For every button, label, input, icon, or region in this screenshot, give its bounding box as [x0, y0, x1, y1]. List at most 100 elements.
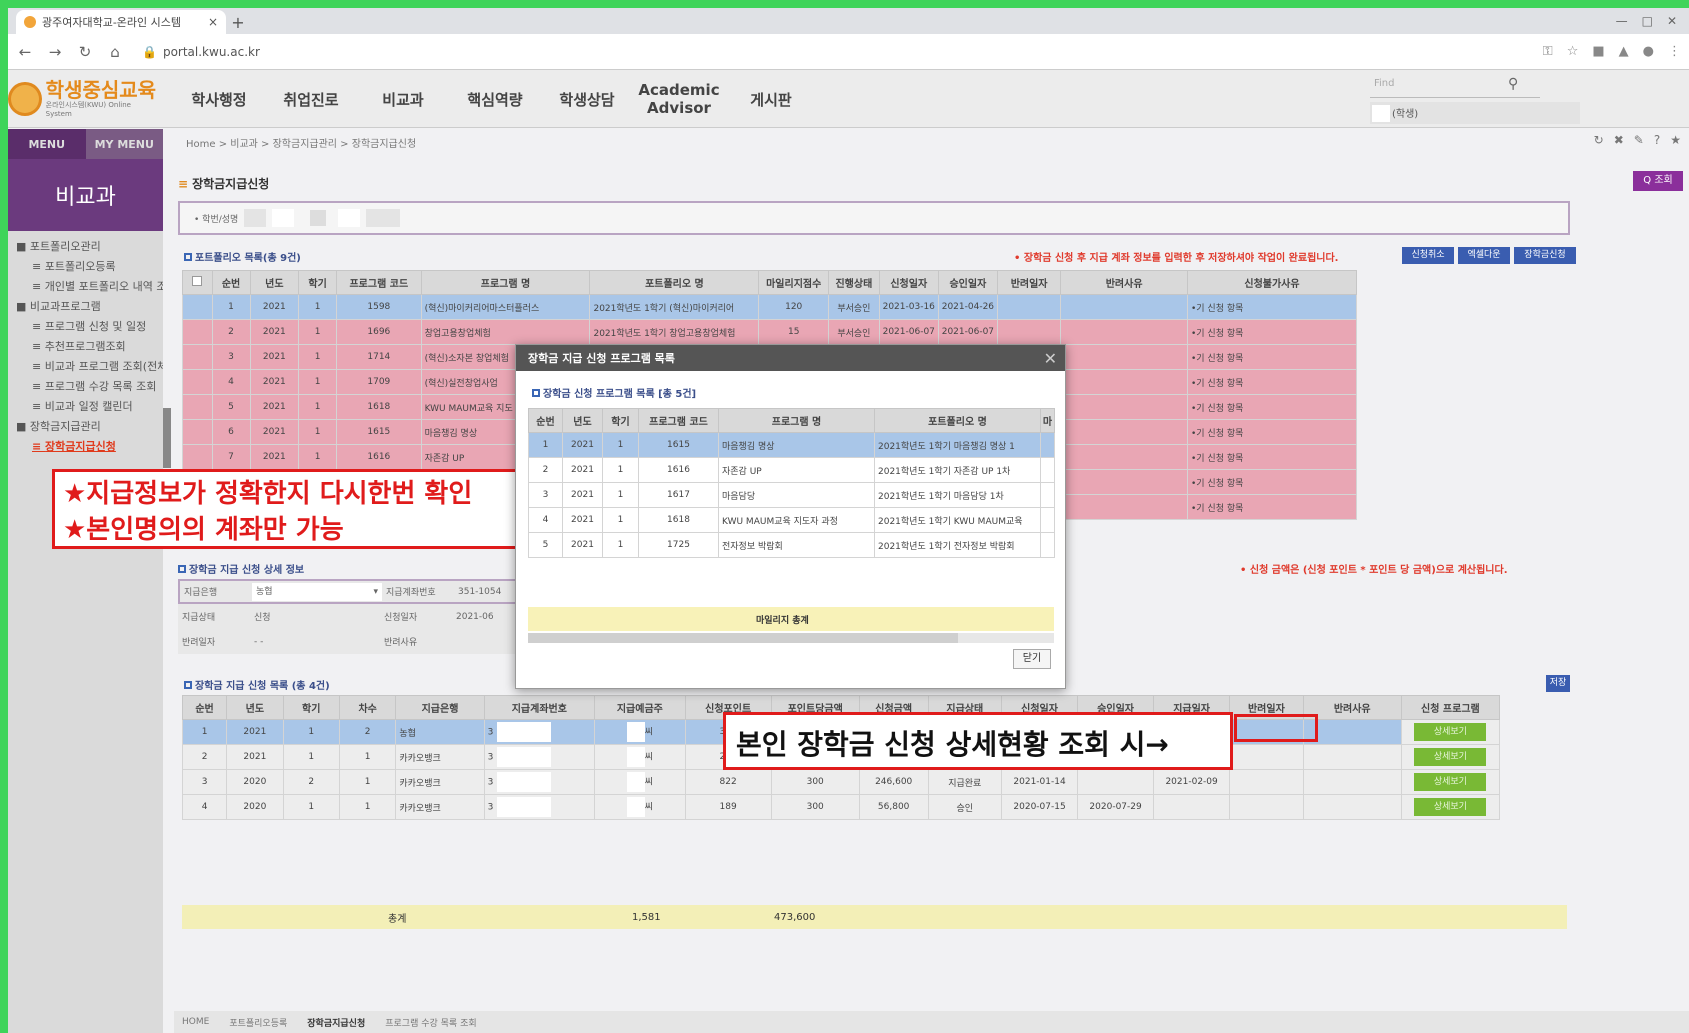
table-row[interactable]: 3 2020 2 1 카카오뱅크 3 씨 822 300 246,600 지급완료 2021-01-1…: [181, 769, 1501, 795]
col-term: 학기: [298, 270, 338, 295]
refresh-icon[interactable]: ↻: [1594, 133, 1604, 147]
close-page-icon[interactable]: ✖: [1614, 133, 1624, 147]
sidebar-group-program[interactable]: ■ 비교과프로그램: [8, 297, 163, 317]
holder-mask: [626, 772, 645, 792]
reject-reason-label: 반려사유: [384, 638, 418, 648]
table-row[interactable]: 2 2021 1 1616 자존감 UP 2021학년도 1학기 자존감 UP 1차: [528, 457, 1055, 483]
status-value[interactable]: 신청: [250, 610, 380, 623]
window-close-icon[interactable]: ✕: [1667, 14, 1677, 28]
back-icon[interactable]: ←: [16, 43, 34, 61]
bottom-tab-scholarship[interactable]: 장학금지급신청: [307, 1016, 365, 1029]
modal-total-label: 마일리지 총계: [756, 615, 809, 626]
puzzle-icon[interactable]: ▲: [1619, 44, 1629, 59]
col-no: 순번: [181, 695, 228, 720]
extension-icon[interactable]: ■: [1592, 44, 1604, 59]
reject-date-value[interactable]: - -: [250, 637, 380, 647]
tab-my-menu[interactable]: MY MENU: [85, 129, 163, 159]
tab-title: 광주여자대학교-온라인 시스템: [42, 16, 182, 29]
tab-menu[interactable]: MENU: [8, 129, 86, 159]
star-icon[interactable]: ☆: [1567, 44, 1579, 59]
minimize-icon[interactable]: —: [1616, 14, 1628, 28]
save-button[interactable]: 저장: [1546, 675, 1570, 692]
student-name-input[interactable]: [366, 209, 401, 227]
browser-tab-bar: 광주여자대학교-온라인 시스템 × + — □ ✕: [8, 8, 1689, 34]
table-row[interactable]: 5 2021 1 1725 전자정보 박람회 2021학년도 1학기 전자정보 박람회: [528, 532, 1055, 558]
modal-close-button[interactable]: 닫기: [1013, 649, 1051, 669]
col-term: 학기: [282, 695, 340, 720]
profile-icon[interactable]: ●: [1643, 44, 1654, 59]
sidebar-item-course-list[interactable]: ≡ 프로그램 수강 목록 조회: [8, 377, 163, 397]
sidebar-item-calendar[interactable]: ≡ 비교과 일정 캘린더: [8, 397, 163, 417]
url-field[interactable]: 🔒 portal.kwu.ac.kr: [136, 39, 1531, 65]
detail-view-button[interactable]: 상세보기: [1414, 748, 1487, 766]
detail-view-button[interactable]: 상세보기: [1414, 798, 1487, 816]
edit-icon[interactable]: ✎: [1634, 133, 1644, 147]
search-filter: • 학번/성명: [178, 201, 1570, 235]
gnb-item-academic-advisor[interactable]: Academic Advisor: [633, 81, 725, 117]
sidebar-item-portfolio-history[interactable]: ≡ 개인별 포트폴리오 내역 조회: [8, 277, 163, 297]
table-row[interactable]: 3 2021 1 1617 마음담당 2021학년도 1학기 마음담당 1차: [528, 482, 1055, 508]
help-icon[interactable]: ?: [1654, 133, 1660, 147]
bottom-tab-course-list[interactable]: 프로그램 수강 목록 조회: [385, 1016, 476, 1029]
table-row[interactable]: 4 2020 1 1 카카오뱅크 3 씨 189 300 56,800 승인 2020-07-15 20…: [181, 794, 1501, 820]
portfolio-notice: • 장학금 신청 후 지급 계좌 정보를 입력한 후 저장하셔야 작업이 완료됩…: [1014, 253, 1339, 264]
apply-scholarship-button[interactable]: 장학금신청: [1514, 247, 1576, 264]
bottom-tab-home[interactable]: HOME: [182, 1017, 209, 1027]
col-term: 학기: [602, 408, 639, 433]
table-row[interactable]: 1 2021 1 1615 마음챙김 명상 2021학년도 1학기 마음챙김 명상 1: [528, 432, 1055, 458]
gnb-item-counseling[interactable]: 학생상담: [541, 89, 633, 110]
sidebar-item-portfolio-register[interactable]: ≡ 포트폴리오등록: [8, 257, 163, 277]
maximize-icon[interactable]: □: [1642, 14, 1653, 28]
new-tab-icon[interactable]: +: [226, 10, 250, 34]
filter-label: • 학번/성명: [194, 214, 239, 225]
annotation-callout-detail-view: 본인 장학금 신청 상세현황 조회 시→: [723, 712, 1233, 770]
reload-icon[interactable]: ↻: [76, 43, 94, 61]
account-mask: [497, 772, 552, 792]
cancel-apply-button[interactable]: 신청취소: [1402, 247, 1454, 264]
sidebar-item-recommended[interactable]: ≡ 추천프로그램조회: [8, 337, 163, 357]
forward-icon[interactable]: →: [46, 43, 64, 61]
gnb-item-board[interactable]: 게시판: [725, 89, 817, 110]
sidebar-group-scholarship[interactable]: ■ 장학금지급관리: [8, 417, 163, 437]
sidebar-item-program-all[interactable]: ≡ 비교과 프로그램 조회(전체): [8, 357, 163, 377]
user-name-mask: [1372, 105, 1390, 122]
gnb-item-career[interactable]: 취업진로: [265, 89, 357, 110]
apply-date-value: 2021-06: [456, 611, 494, 622]
col-no: 순번: [211, 270, 251, 295]
search-icon[interactable]: ⚲: [1508, 76, 1518, 92]
col-program-name: 프로그램 명: [420, 270, 591, 295]
home-icon[interactable]: ⌂: [106, 43, 124, 61]
table-row[interactable]: 4 2021 1 1618 KWU MAUM교육 지도자 과정 2021학년도 1학기 K…: [528, 507, 1055, 533]
gnb-item-extracurricular[interactable]: 비교과: [357, 89, 449, 110]
excel-download-button[interactable]: 엑셀다운: [1458, 247, 1510, 264]
modal-close-icon[interactable]: ✕: [1044, 349, 1057, 368]
browser-tab[interactable]: 광주여자대학교-온라인 시스템 ×: [16, 10, 226, 34]
student-id-input[interactable]: [244, 209, 267, 227]
gnb-item-competency[interactable]: 핵심역량: [449, 89, 541, 110]
lookup-icon[interactable]: [310, 210, 327, 226]
sidebar-group-portfolio[interactable]: ■ 포트폴리오관리: [8, 237, 163, 257]
bank-select[interactable]: 농협 ▾: [252, 582, 382, 601]
key-icon[interactable]: ⚿: [1543, 44, 1553, 59]
chevron-down-icon: ▾: [373, 586, 378, 597]
apply-list-total: 총계 1,581 473,600: [182, 905, 1567, 929]
tab-close-icon[interactable]: ×: [208, 15, 218, 29]
sidebar-collapse-handle[interactable]: [163, 408, 171, 468]
logo-emblem-icon: [8, 82, 42, 116]
modal-horizontal-scrollbar[interactable]: [528, 633, 1054, 643]
favorite-icon[interactable]: ★: [1670, 133, 1681, 147]
sidebar-item-program-apply[interactable]: ≡ 프로그램 신청 및 일정: [8, 317, 163, 337]
search-button[interactable]: Q 조회: [1633, 171, 1683, 191]
account-value[interactable]: 351-1054: [454, 587, 514, 597]
table-row[interactable]: 2 2021 1 1696 창업고용창업체험 2021학년도 1학기 창업고용창업체험 15…: [182, 319, 1358, 345]
menu-dots-icon[interactable]: ⋮: [1668, 44, 1681, 59]
detail-view-button[interactable]: 상세보기: [1414, 723, 1487, 741]
col-check[interactable]: [182, 270, 213, 295]
gnb-item-academic[interactable]: 학사행정: [173, 89, 265, 110]
sidebar-item-scholarship-apply[interactable]: ≡ 장학금지급신청: [8, 437, 163, 457]
detail-view-button[interactable]: 상세보기: [1414, 773, 1487, 791]
bottom-tab-portfolio[interactable]: 포트폴리오등록: [229, 1016, 287, 1029]
col-apply-date: 신청일자: [878, 270, 939, 295]
site-logo[interactable]: 학생중심교육 온라인시스템(KWU) Online System: [8, 76, 158, 122]
table-row[interactable]: 1 2021 1 1598 (혁신)마이커리어마스터플러스 2021학년도 1학기 (혁신…: [182, 294, 1358, 320]
